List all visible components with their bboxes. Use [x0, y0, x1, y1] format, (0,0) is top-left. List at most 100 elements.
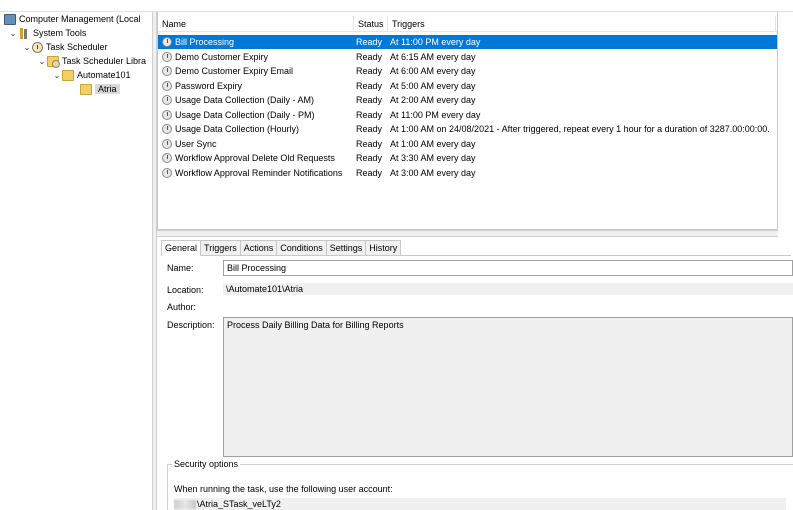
tree-item-label: Computer Management (Local — [19, 14, 141, 24]
task-list[interactable]: Name Status Triggers Bill Processing Rea… — [157, 12, 778, 230]
task-status: Ready — [356, 37, 383, 47]
task-name: Workflow Approval Delete Old Requests — [175, 153, 335, 163]
tree-item-computer-management[interactable]: Computer Management (Local — [4, 12, 141, 26]
task-trigger: At 1:00 AM every day — [390, 138, 476, 149]
horizontal-splitter[interactable] — [157, 230, 778, 237]
tree-item-system-tools[interactable]: ⌄ System Tools — [8, 26, 86, 40]
task-clock-icon — [162, 80, 172, 91]
task-status: Ready — [356, 80, 383, 91]
tree-item-automate101[interactable]: ⌄ Automate101 — [52, 68, 131, 82]
task-list-header: Name Status Triggers — [158, 16, 777, 32]
tree-item-label: Task Scheduler Libra — [62, 56, 147, 66]
tree-item-task-scheduler-library[interactable]: ⌄ Task Scheduler Libra — [37, 54, 146, 68]
task-trigger: At 2:00 AM every day — [390, 95, 476, 105]
details-tabs: General Triggers Actions Conditions Sett… — [161, 240, 791, 256]
task-trigger: At 11:00 PM every day — [390, 109, 481, 120]
chevron-down-icon[interactable]: ⌄ — [52, 71, 62, 80]
description-field[interactable]: Process Daily Billing Data for Billing R… — [223, 317, 793, 457]
table-row[interactable]: Demo Customer Expiry Ready At 6:15 AM ev… — [158, 50, 777, 64]
table-row[interactable]: Demo Customer Expiry Email Ready At 6:00… — [158, 64, 777, 78]
tab-history[interactable]: History — [365, 240, 402, 255]
task-trigger: At 3:00 AM every day — [390, 167, 476, 178]
chevron-down-icon[interactable]: ⌄ — [22, 43, 32, 52]
column-header-name[interactable]: Name — [158, 16, 354, 32]
tree-item-task-scheduler[interactable]: ⌄ Task Scheduler — [22, 40, 108, 54]
tree-item-label: Automate101 — [77, 70, 131, 80]
author-label: Author: — [167, 302, 197, 312]
task-name: Usage Data Collection (Hourly) — [175, 124, 300, 134]
column-header-status[interactable]: Status — [354, 16, 388, 32]
tab-settings[interactable]: Settings — [325, 240, 367, 255]
library-folder-icon — [47, 55, 60, 68]
task-status: Ready — [356, 124, 383, 134]
name-label: Name: — [167, 263, 194, 273]
task-clock-icon — [162, 109, 172, 120]
task-clock-icon — [162, 51, 172, 62]
task-trigger: At 11:00 PM every day — [390, 37, 481, 47]
tab-triggers[interactable]: Triggers — [200, 240, 241, 255]
task-trigger: At 5:00 AM every day — [390, 80, 476, 91]
task-status: Ready — [356, 109, 383, 120]
task-status: Ready — [356, 51, 383, 62]
name-field[interactable]: Bill Processing — [223, 260, 793, 276]
user-account-field: \Atria_STask_veLTy2 — [174, 498, 786, 510]
task-trigger: At 1:00 AM on 24/08/2021 - After trigger… — [390, 124, 770, 134]
task-name: Bill Processing — [175, 37, 235, 47]
description-label: Description: — [167, 320, 215, 330]
task-name: Workflow Approval Reminder Notifications — [175, 167, 343, 178]
chevron-down-icon[interactable]: ⌄ — [8, 29, 18, 38]
table-row[interactable]: Usage Data Collection (Daily - AM) Ready… — [158, 93, 777, 107]
table-row[interactable]: Password Expiry Ready At 5:00 AM every d… — [158, 79, 777, 93]
task-clock-icon — [162, 153, 172, 163]
task-status: Ready — [356, 138, 383, 149]
tab-general[interactable]: General — [161, 240, 202, 256]
column-header-triggers[interactable]: Triggers — [388, 16, 776, 32]
folder-icon — [62, 69, 74, 81]
tree-item-label: Task Scheduler — [46, 42, 108, 52]
security-account-text: When running the task, use the following… — [174, 484, 393, 494]
task-clock-icon — [162, 37, 172, 47]
task-name: Usage Data Collection (Daily - AM) — [175, 95, 315, 105]
task-name: User Sync — [175, 138, 217, 149]
tree-item-atria[interactable]: Atria — [80, 82, 120, 96]
task-status: Ready — [356, 66, 383, 76]
task-name: Demo Customer Expiry — [175, 51, 269, 62]
tab-conditions[interactable]: Conditions — [276, 240, 327, 255]
task-status: Ready — [356, 95, 383, 105]
table-row[interactable]: Bill Processing Ready At 11:00 PM every … — [158, 35, 777, 49]
location-value: \Automate101\Atria — [223, 283, 793, 295]
table-row[interactable]: Workflow Approval Delete Old Requests Re… — [158, 151, 777, 165]
tree-item-label: Atria — [95, 84, 120, 94]
task-name: Usage Data Collection (Daily - PM) — [175, 109, 315, 120]
table-row[interactable]: Usage Data Collection (Hourly) Ready At … — [158, 122, 777, 136]
task-name: Demo Customer Expiry Email — [175, 66, 294, 76]
redacted-domain — [174, 499, 196, 509]
table-row[interactable]: Usage Data Collection (Daily - PM) Ready… — [158, 108, 777, 122]
tree-item-label: System Tools — [33, 28, 87, 38]
computer-icon — [4, 13, 16, 25]
task-trigger: At 3:30 AM every day — [390, 153, 476, 163]
task-trigger: At 6:15 AM every day — [390, 51, 476, 62]
window-top-strip — [0, 0, 793, 12]
table-row[interactable]: User Sync Ready At 1:00 AM every day — [158, 137, 777, 151]
task-clock-icon — [162, 95, 172, 105]
task-name: Password Expiry — [175, 80, 243, 91]
task-details-pane: General Triggers Actions Conditions Sett… — [157, 237, 793, 510]
tools-icon — [18, 27, 30, 39]
tab-actions[interactable]: Actions — [239, 240, 278, 255]
task-status: Ready — [356, 167, 383, 178]
task-clock-icon — [162, 138, 172, 149]
clock-icon — [32, 41, 43, 53]
task-clock-icon — [162, 167, 172, 178]
navigation-tree[interactable]: Computer Management (Local ⌄ System Tool… — [2, 12, 152, 510]
author-value — [223, 301, 793, 313]
chevron-down-icon[interactable]: ⌄ — [37, 57, 47, 66]
security-options-group: Security options When running the task, … — [167, 459, 793, 510]
location-label: Location: — [167, 285, 204, 295]
task-trigger: At 6:00 AM every day — [390, 66, 476, 76]
task-status: Ready — [356, 153, 383, 163]
task-clock-icon — [162, 66, 172, 76]
table-row[interactable]: Workflow Approval Reminder Notifications… — [158, 166, 777, 180]
user-account-value: \Atria_STask_veLTy2 — [197, 499, 281, 509]
security-options-title: Security options — [172, 459, 241, 469]
